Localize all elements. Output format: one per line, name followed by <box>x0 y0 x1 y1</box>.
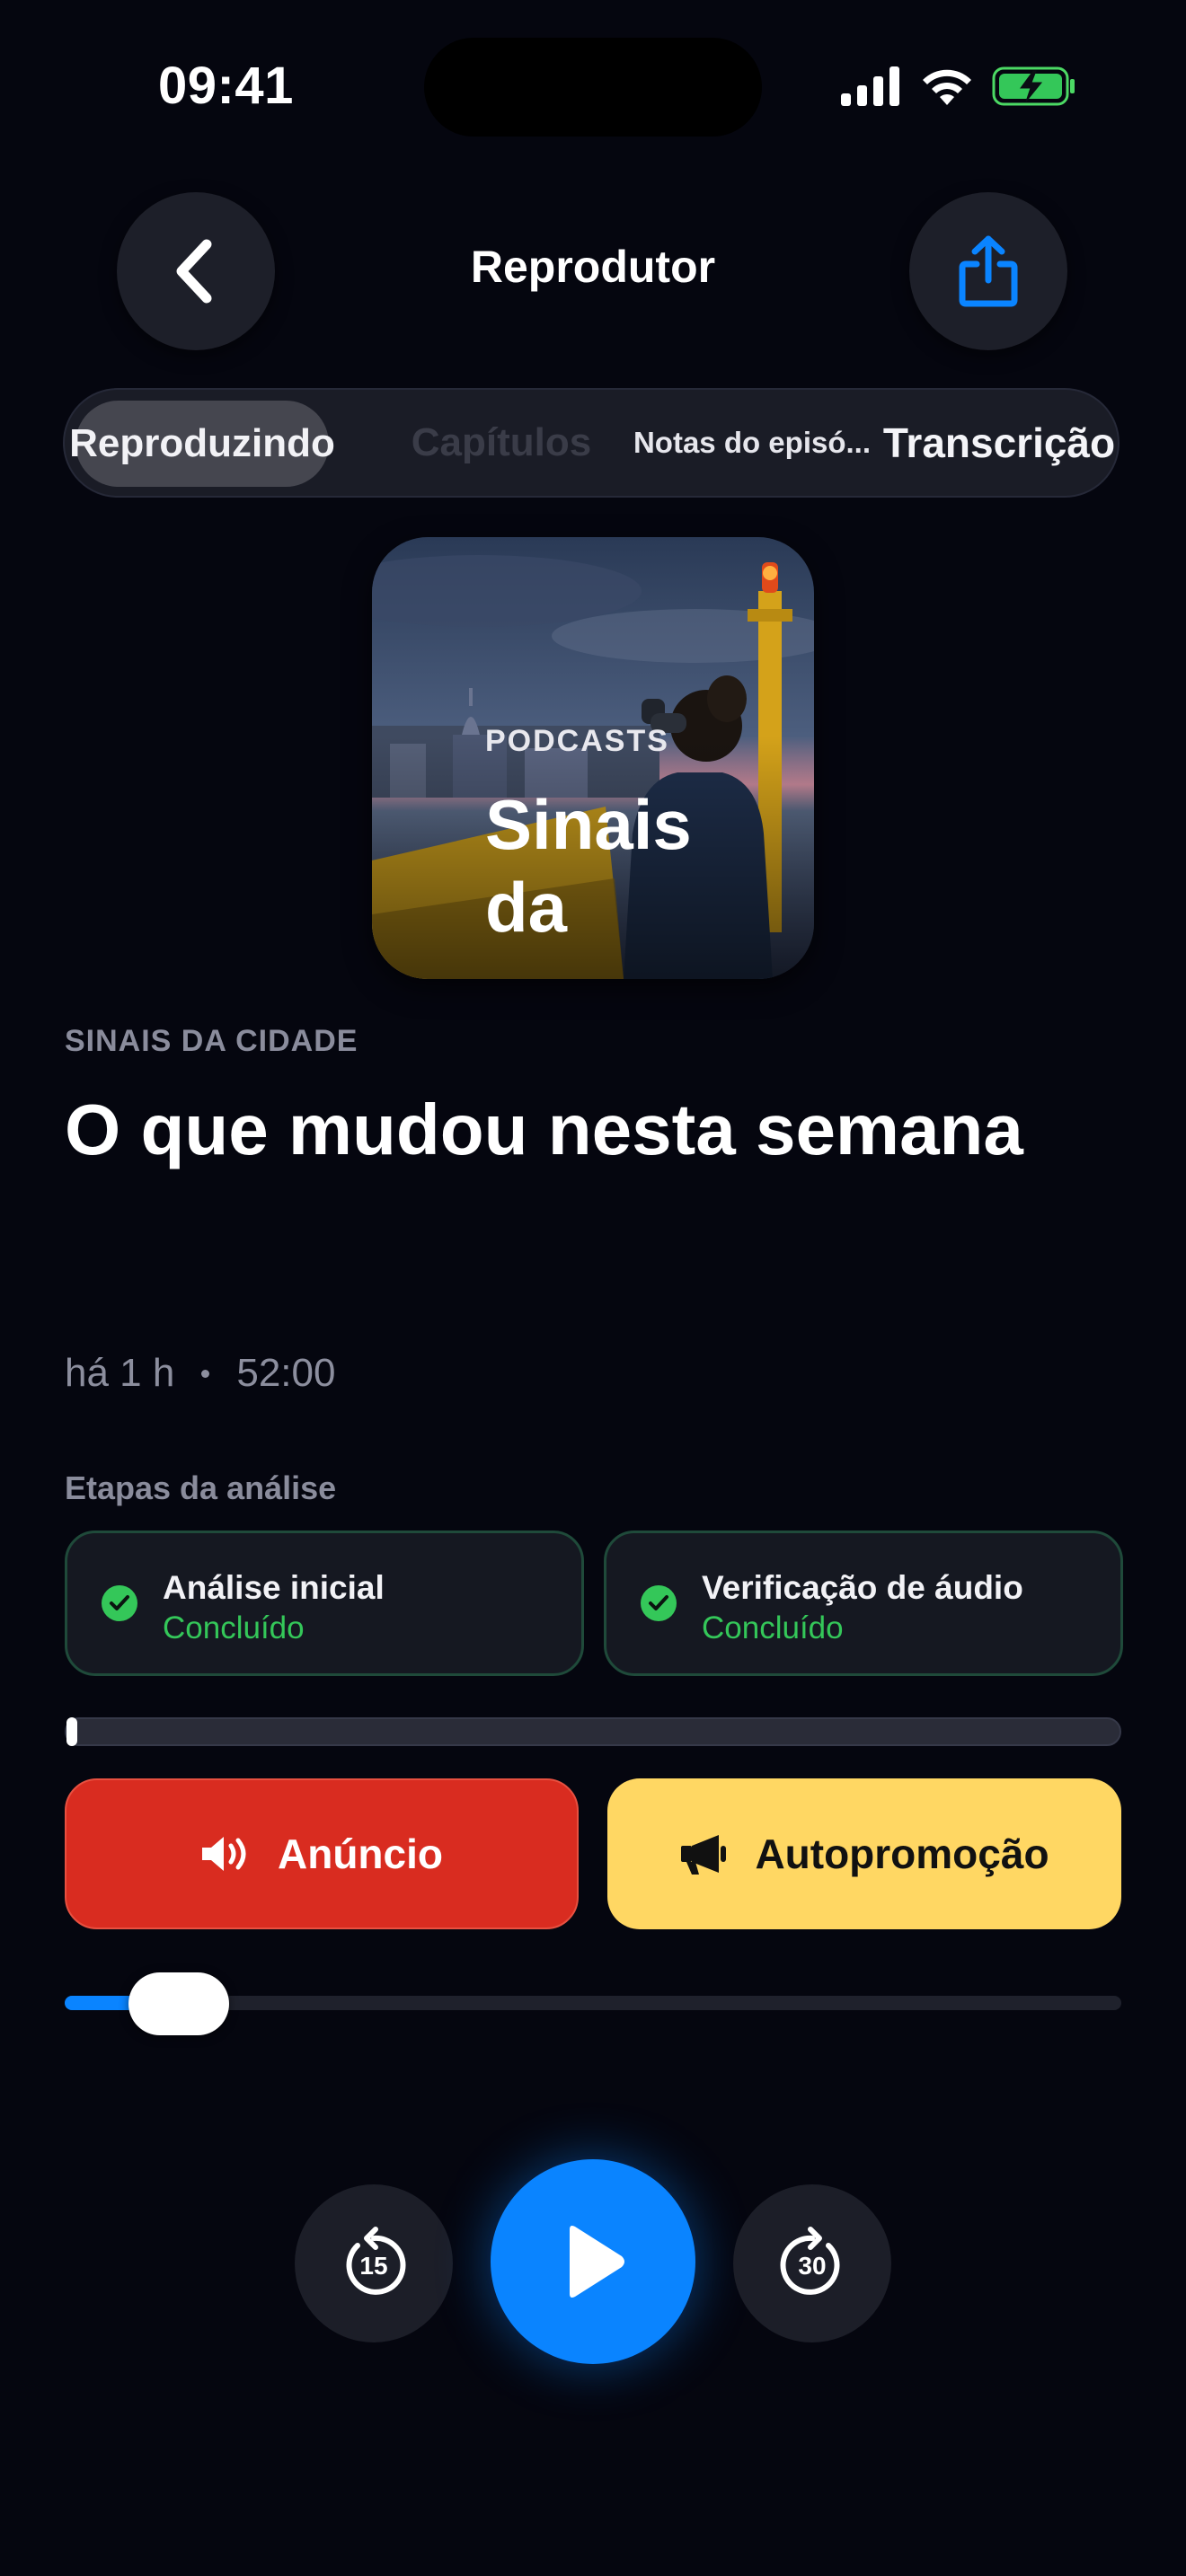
dynamic-island <box>424 38 762 137</box>
artwork-title: Sinais da <box>485 785 692 947</box>
self-promo-button-label: Autopromoção <box>755 1831 1049 1877</box>
play-icon <box>570 2226 624 2298</box>
skip-forward-30-icon: 30 <box>780 2227 840 2295</box>
ad-button-label: Anúncio <box>278 1831 443 1877</box>
status-icons <box>841 59 1076 113</box>
megaphone-icon <box>681 1835 727 1875</box>
segment-timeline[interactable] <box>65 1717 1121 1746</box>
share-icon <box>959 235 1018 307</box>
episode-artwork: PODCASTS Sinais da <box>372 537 814 979</box>
published-time: há 1 h <box>65 1351 175 1395</box>
cellular-signal-icon <box>841 66 899 106</box>
back-button[interactable] <box>117 192 275 350</box>
skip-back-button[interactable]: 15 <box>295 2184 453 2342</box>
skip-back-seconds: 15 <box>359 2252 387 2280</box>
tab-transcript[interactable]: Transcrição <box>864 390 1134 496</box>
analysis-step-card: Análise inicial Concluído <box>65 1531 584 1676</box>
status-time: 09:41 <box>158 57 294 115</box>
check-circle-icon <box>102 1585 137 1621</box>
analysis-title: Etapas da análise <box>65 1469 337 1506</box>
step-status: Concluído <box>163 1610 305 1645</box>
play-button[interactable] <box>491 2159 695 2364</box>
skip-forward-button[interactable]: 30 <box>733 2184 891 2342</box>
tab-now-playing[interactable]: Reproduzindo <box>69 401 335 487</box>
segment-timeline-marker[interactable] <box>66 1717 77 1746</box>
episode-duration: 52:00 <box>236 1351 336 1395</box>
check-circle-icon <box>641 1585 677 1621</box>
analysis-step-card: Verificação de áudio Concluído <box>604 1531 1123 1676</box>
battery-charging-icon <box>992 66 1075 106</box>
page-title: Reprodutor <box>470 242 716 292</box>
segmented-tabs: Reproduzindo Capítulos Notas do episó...… <box>63 388 1120 498</box>
step-name: Análise inicial <box>163 1569 385 1606</box>
meta-separator <box>201 1369 210 1378</box>
episode-meta: há 1 h 52:00 <box>65 1351 335 1396</box>
ad-button[interactable]: Anúncio <box>65 1778 579 1929</box>
chevron-left-icon <box>176 239 212 304</box>
tab-episode-notes[interactable]: Notas do episó... <box>595 390 909 496</box>
episode-title: O que mudou nesta semana <box>65 1090 1023 1169</box>
show-name: SINAIS DA CIDADE <box>65 1024 358 1058</box>
self-promo-button[interactable]: Autopromoção <box>607 1778 1121 1929</box>
share-button[interactable] <box>909 192 1067 350</box>
artwork-label: PODCASTS <box>485 724 669 758</box>
skip-forward-seconds: 30 <box>798 2252 826 2280</box>
step-status: Concluído <box>702 1610 844 1645</box>
wifi-icon <box>923 69 971 105</box>
step-name: Verificação de áudio <box>702 1569 1023 1606</box>
skip-back-15-icon: 15 <box>346 2227 406 2295</box>
playback-scrubber[interactable] <box>128 1972 229 2035</box>
speaker-icon <box>202 1837 246 1871</box>
